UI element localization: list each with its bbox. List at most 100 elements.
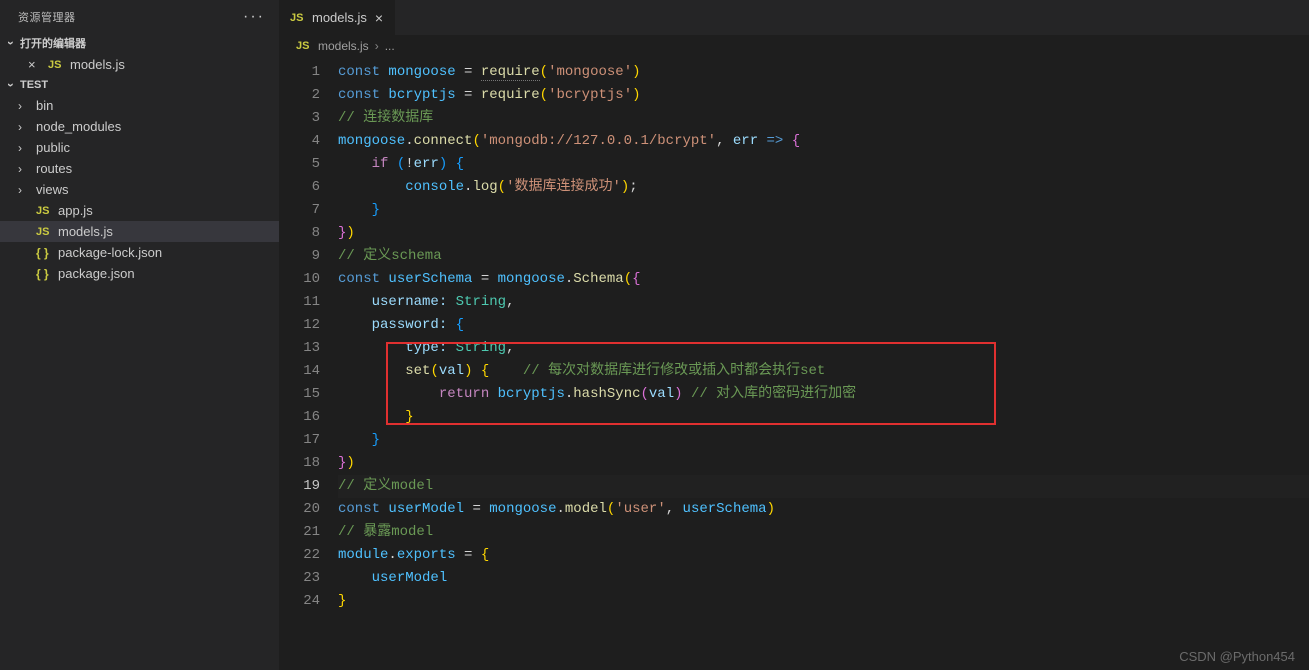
code-line[interactable]: })	[338, 222, 1309, 245]
tab-bar: JS models.js ×	[280, 0, 1309, 35]
item-label: package.json	[58, 266, 135, 281]
open-editors-header[interactable]: › 打开的编辑器	[0, 32, 279, 54]
item-label: views	[36, 182, 69, 197]
line-number: 9	[280, 245, 320, 268]
line-number: 21	[280, 521, 320, 544]
folder-item[interactable]: › bin	[0, 95, 279, 116]
item-label: app.js	[58, 203, 93, 218]
chevron-down-icon: ›	[4, 36, 18, 50]
code-line[interactable]: mongoose.connect('mongodb://127.0.0.1/bc…	[338, 130, 1309, 153]
line-number: 6	[280, 176, 320, 199]
js-file-icon: JS	[36, 205, 52, 217]
code-line[interactable]: password: {	[338, 314, 1309, 337]
line-number: 2	[280, 84, 320, 107]
json-file-icon: { }	[36, 246, 52, 260]
tab-models-js[interactable]: JS models.js ×	[280, 0, 396, 35]
editor-area: JS models.js × JS models.js › ... 123456…	[280, 0, 1309, 670]
code-line[interactable]: console.log('数据库连接成功');	[338, 176, 1309, 199]
js-file-icon: JS	[296, 40, 312, 52]
line-number: 1	[280, 61, 320, 84]
line-number: 15	[280, 383, 320, 406]
file-item[interactable]: { } package.json	[0, 263, 279, 284]
sidebar-header: 资源管理器 ···	[0, 0, 279, 32]
code-line[interactable]: const userSchema = mongoose.Schema({	[338, 268, 1309, 291]
file-label: models.js	[70, 57, 125, 72]
line-number: 23	[280, 567, 320, 590]
breadcrumb-file: models.js	[318, 39, 369, 53]
code-line[interactable]: set(val) { // 每次对数据库进行修改或插入时都会执行set	[338, 360, 1309, 383]
line-number: 10	[280, 268, 320, 291]
open-editors-label: 打开的编辑器	[20, 35, 86, 51]
chevron-right-icon: ›	[18, 99, 30, 113]
folder-item[interactable]: ›node_modules	[0, 116, 279, 137]
chevron-right-icon: ›	[375, 39, 379, 53]
file-item[interactable]: JS app.js	[0, 200, 279, 221]
chevron-right-icon: ›	[18, 162, 30, 176]
code-line[interactable]: })	[338, 452, 1309, 475]
tab-label: models.js	[312, 10, 367, 25]
root-folder-header[interactable]: › TEST	[0, 75, 279, 95]
item-label: public	[36, 140, 70, 155]
code-line[interactable]: }	[338, 590, 1309, 613]
code-line[interactable]: const userModel = mongoose.model('user',…	[338, 498, 1309, 521]
code-line[interactable]: module.exports = {	[338, 544, 1309, 567]
line-number: 17	[280, 429, 320, 452]
line-number: 5	[280, 153, 320, 176]
line-number: 8	[280, 222, 320, 245]
folder-item[interactable]: › routes	[0, 158, 279, 179]
folder-item[interactable]: › views	[0, 179, 279, 200]
breadcrumb[interactable]: JS models.js › ...	[280, 35, 1309, 57]
code-line[interactable]: type: String,	[338, 337, 1309, 360]
code-line[interactable]: const mongoose = require('mongoose')	[338, 61, 1309, 84]
sidebar-title: 资源管理器	[18, 9, 76, 25]
line-number: 18	[280, 452, 320, 475]
item-label: package-lock.json	[58, 245, 162, 260]
line-number: 11	[280, 291, 320, 314]
chevron-right-icon: ›	[18, 141, 30, 155]
code-line[interactable]: return bcryptjs.hashSync(val) // 对入库的密码进…	[338, 383, 1309, 406]
line-number: 14	[280, 360, 320, 383]
code-line[interactable]: const bcryptjs = require('bcryptjs')	[338, 84, 1309, 107]
file-item[interactable]: { } package-lock.json	[0, 242, 279, 263]
item-label: routes	[36, 161, 72, 176]
item-label: models.js	[58, 224, 113, 239]
code-line[interactable]: // 定义model	[338, 475, 1309, 498]
json-file-icon: { }	[36, 267, 52, 281]
open-editor-item[interactable]: × JS models.js	[0, 54, 279, 75]
code-line[interactable]: // 连接数据库	[338, 107, 1309, 130]
code-line[interactable]: // 暴露model	[338, 521, 1309, 544]
code-line[interactable]: userModel	[338, 567, 1309, 590]
code-line[interactable]: username: String,	[338, 291, 1309, 314]
js-file-icon: JS	[36, 226, 52, 238]
line-number: 24	[280, 590, 320, 613]
line-number: 13	[280, 337, 320, 360]
line-number: 7	[280, 199, 320, 222]
js-file-icon: JS	[48, 59, 64, 71]
code-body[interactable]: const mongoose = require('mongoose')cons…	[338, 61, 1309, 670]
code-line[interactable]: }	[338, 199, 1309, 222]
code-line[interactable]: }	[338, 406, 1309, 429]
chevron-down-icon: ›	[4, 78, 18, 92]
close-icon[interactable]: ×	[28, 57, 42, 72]
line-number: 4	[280, 130, 320, 153]
close-tab-icon[interactable]: ×	[373, 10, 385, 26]
line-number: 19	[280, 475, 320, 498]
code-editor[interactable]: 123456789101112131415161718192021222324 …	[280, 57, 1309, 670]
code-line[interactable]: }	[338, 429, 1309, 452]
line-number-gutter: 123456789101112131415161718192021222324	[280, 61, 338, 670]
file-item[interactable]: JS models.js	[0, 221, 279, 242]
folder-item[interactable]: › public	[0, 137, 279, 158]
code-line[interactable]: // 定义schema	[338, 245, 1309, 268]
watermark-text: CSDN @Python454	[1179, 649, 1295, 664]
chevron-right-icon: ›	[18, 183, 30, 197]
line-number: 20	[280, 498, 320, 521]
code-line[interactable]: if (!err) {	[338, 153, 1309, 176]
item-label: node_modules	[36, 119, 121, 134]
explorer-sidebar: 资源管理器 ··· › 打开的编辑器 × JS models.js › TEST ›…	[0, 0, 280, 670]
more-actions-icon[interactable]: ···	[243, 8, 265, 26]
line-number: 22	[280, 544, 320, 567]
line-number: 12	[280, 314, 320, 337]
item-label: bin	[36, 98, 53, 113]
line-number: 3	[280, 107, 320, 130]
breadcrumb-dots: ...	[385, 39, 395, 53]
